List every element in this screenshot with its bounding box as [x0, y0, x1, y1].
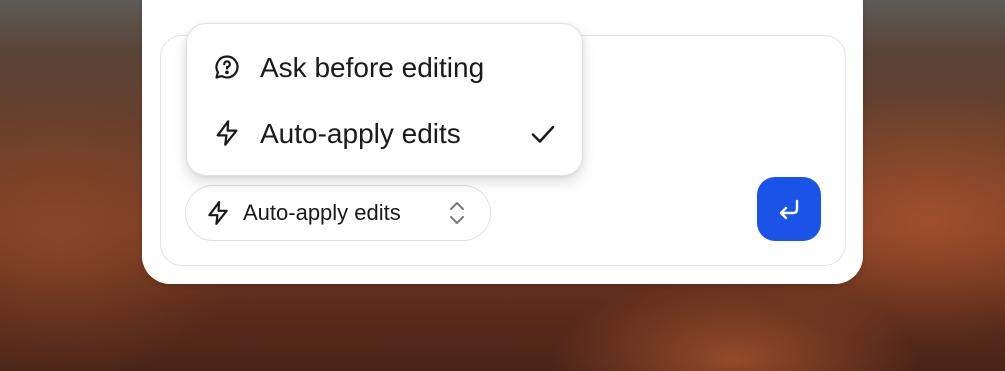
- edit-mode-selector-button[interactable]: Auto-apply edits: [185, 185, 491, 241]
- menu-item-label: Ask before editing: [260, 52, 485, 83]
- chevron-up-down-icon: [450, 202, 464, 224]
- chat-question-icon: [215, 55, 239, 79]
- checkmark-icon: [531, 125, 555, 143]
- lightning-bolt-icon: [208, 201, 228, 225]
- enter-return-icon: [779, 199, 799, 220]
- send-button[interactable]: [757, 177, 821, 241]
- menu-item-auto-apply-edits[interactable]: Auto-apply edits: [187, 105, 582, 161]
- menu-item-ask-before-editing[interactable]: Ask before editing: [187, 39, 582, 95]
- edit-mode-selector-label: Auto-apply edits: [243, 200, 401, 225]
- menu-item-label: Auto-apply edits: [260, 118, 461, 149]
- lightning-bolt-icon: [216, 120, 238, 146]
- edit-mode-dropdown-menu: Ask before editing Auto-apply edits: [186, 23, 583, 176]
